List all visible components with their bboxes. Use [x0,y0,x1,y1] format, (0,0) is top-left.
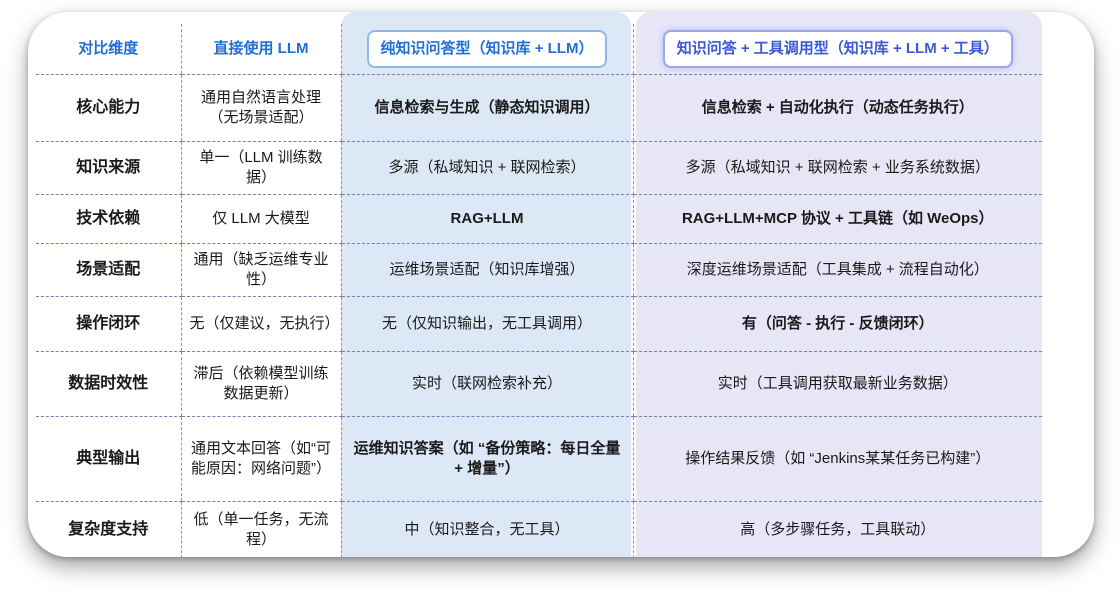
table-row: 数据时效性 滞后（依赖模型训练数据更新） 实时（联网检索补充） 实时（工具调用获… [36,351,1042,417]
comparison-table: 对比维度 直接使用 LLM 纯知识问答型（知识库 + LLM） 知识问答 + 工… [36,24,1042,557]
cell-pure-kb: 运维知识答案（如 “备份策略：每日全量 + 增量”） [340,416,633,502]
header-direct-llm: 直接使用 LLM [180,24,341,75]
cell-direct-llm: 通用文本回答（如“可能原因：网络问题”） [180,416,341,502]
comparison-card: 对比维度 直接使用 LLM 纯知识问答型（知识库 + LLM） 知识问答 + 工… [28,12,1094,557]
cell-direct-llm: 滞后（依赖模型训练数据更新） [180,351,341,417]
table-row: 复杂度支持 低（单一任务，无流程） 中（知识整合，无工具） 高（多步骤任务，工具… [36,501,1042,557]
cell-kb-tools: 深度运维场景适配（工具集成 + 流程自动化） [632,243,1042,297]
table-row: 核心能力 通用自然语言处理（无场景适配） 信息检索与生成（静态知识调用） 信息检… [36,74,1042,142]
cell-pure-kb: 实时（联网检索补充） [340,351,633,417]
cell-direct-llm: 通用自然语言处理（无场景适配） [180,74,341,142]
cell-kb-tools: 高（多步骤任务，工具联动） [632,501,1042,557]
cell-dimension: 知识来源 [36,141,181,195]
header-pure-kb-label: 纯知识问答型（知识库 + LLM） [366,30,608,68]
cell-kb-tools: 操作结果反馈（如 “Jenkins某某任务已构建”） [632,416,1042,502]
cell-dimension: 技术依赖 [36,194,181,244]
cell-kb-tools: 多源（私域知识 + 联网检索 + 业务系统数据） [632,141,1042,195]
cell-direct-llm: 无（仅建议，无执行） [180,296,341,352]
cell-kb-tools: 信息检索 + 自动化执行（动态任务执行） [632,74,1042,142]
cell-direct-llm: 通用（缺乏运维专业性） [180,243,341,297]
table-row: 知识来源 单一（LLM 训练数据） 多源（私域知识 + 联网检索） 多源（私域知… [36,141,1042,195]
table-row: 典型输出 通用文本回答（如“可能原因：网络问题”） 运维知识答案（如 “备份策略… [36,416,1042,502]
header-dimension: 对比维度 [36,24,181,75]
cell-pure-kb: 多源（私域知识 + 联网检索） [340,141,633,195]
cell-kb-tools: 有（问答 - 执行 - 反馈闭环） [632,296,1042,352]
table-row: 场景适配 通用（缺乏运维专业性） 运维场景适配（知识库增强） 深度运维场景适配（… [36,243,1042,297]
header-kb-tools: 知识问答 + 工具调用型（知识库 + LLM + 工具） [632,24,1042,75]
header-row: 对比维度 直接使用 LLM 纯知识问答型（知识库 + LLM） 知识问答 + 工… [36,24,1042,75]
cell-pure-kb: RAG+LLM [340,194,633,244]
cell-direct-llm: 仅 LLM 大模型 [180,194,341,244]
table-row: 技术依赖 仅 LLM 大模型 RAG+LLM RAG+LLM+MCP 协议 + … [36,194,1042,244]
table-row: 操作闭环 无（仅建议，无执行） 无（仅知识输出，无工具调用） 有（问答 - 执行… [36,296,1042,352]
cell-dimension: 数据时效性 [36,351,181,417]
cell-pure-kb: 运维场景适配（知识库增强） [340,243,633,297]
cell-pure-kb: 无（仅知识输出，无工具调用） [340,296,633,352]
cell-dimension: 复杂度支持 [68,521,149,538]
cell-pure-kb: 信息检索与生成（静态知识调用） [340,74,633,142]
cell-dimension: 操作闭环 [36,296,181,352]
cell-kb-tools: RAG+LLM+MCP 协议 + 工具链（如 WeOps） [632,194,1042,244]
header-kb-tools-label: 知识问答 + 工具调用型（知识库 + LLM + 工具） [662,30,1013,68]
cell-direct-llm: 低（单一任务，无流程） [180,501,341,557]
header-pure-kb: 纯知识问答型（知识库 + LLM） [340,24,633,75]
cell-dimension: 核心能力 [36,74,181,142]
cell-direct-llm: 单一（LLM 训练数据） [180,141,341,195]
cell-dimension: 场景适配 [36,243,181,297]
cell-dimension: 典型输出 [36,416,181,502]
cell-pure-kb: 中（知识整合，无工具） [340,501,633,557]
cell-kb-tools: 实时（工具调用获取最新业务数据） [632,351,1042,417]
